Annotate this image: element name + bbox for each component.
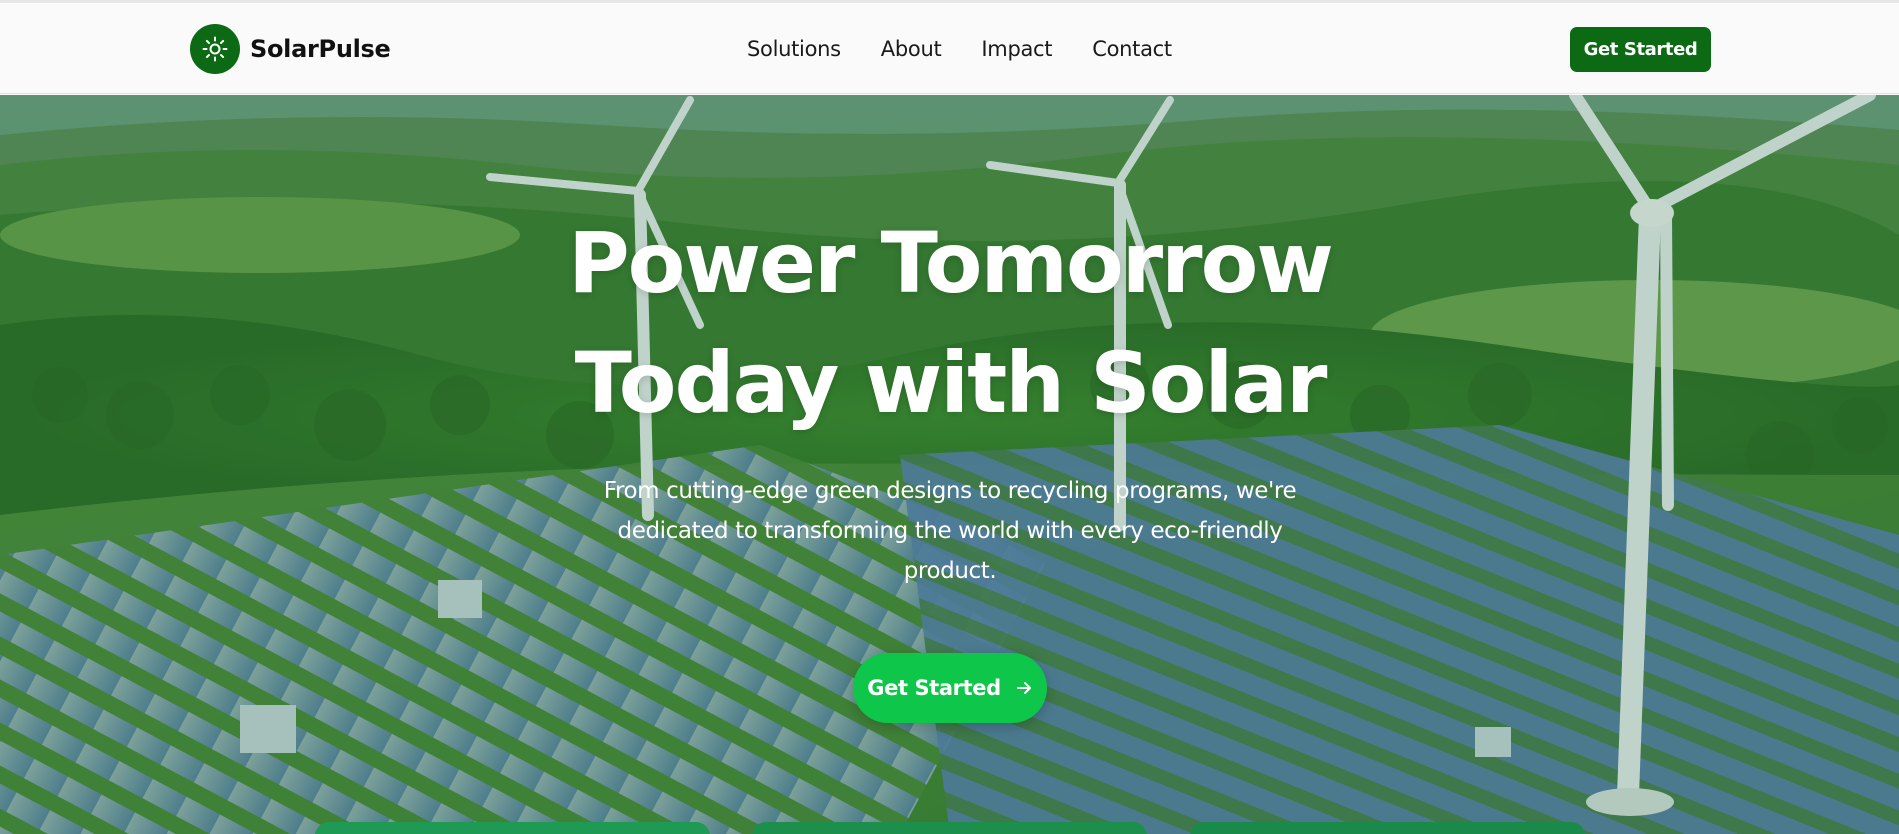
main-nav: Solutions About Impact Contact (747, 37, 1172, 61)
hero-subtitle-line-1: From cutting-edge green designs to recyc… (603, 478, 1297, 504)
site-header: SolarPulse Solutions About Impact Contac… (0, 3, 1899, 94)
feature-card-edge (752, 822, 1147, 834)
nav-contact[interactable]: Contact (1092, 37, 1172, 61)
header-get-started-button[interactable]: Get Started (1570, 27, 1711, 72)
hero-subtitle: From cutting-edge green designs to recyc… (540, 471, 1360, 591)
arrow-right-icon (1015, 679, 1033, 697)
hero-get-started-button[interactable]: Get Started (853, 653, 1047, 723)
hero-title: Power Tomorrow Today with Solar (450, 203, 1450, 443)
sun-icon (190, 24, 240, 74)
brand-name: SolarPulse (250, 35, 391, 63)
nav-impact[interactable]: Impact (981, 37, 1052, 61)
hero-subtitle-line-3: product. (903, 558, 997, 584)
hero-section: Power Tomorrow Today with Solar From cut… (0, 95, 1899, 834)
nav-about[interactable]: About (881, 37, 942, 61)
brand-logo[interactable]: SolarPulse (190, 24, 391, 74)
feature-card-edge (1190, 822, 1585, 834)
hero-subtitle-line-2: dedicated to transforming the world with… (617, 518, 1283, 544)
feature-card-edge (315, 822, 710, 834)
nav-solutions[interactable]: Solutions (747, 37, 841, 61)
hero-cta-label: Get Started (867, 676, 1001, 700)
hero-content: Power Tomorrow Today with Solar From cut… (0, 95, 1899, 834)
hero-title-line-1: Power Tomorrow (568, 214, 1334, 312)
hero-title-line-2: Today with Solar (574, 334, 1328, 432)
